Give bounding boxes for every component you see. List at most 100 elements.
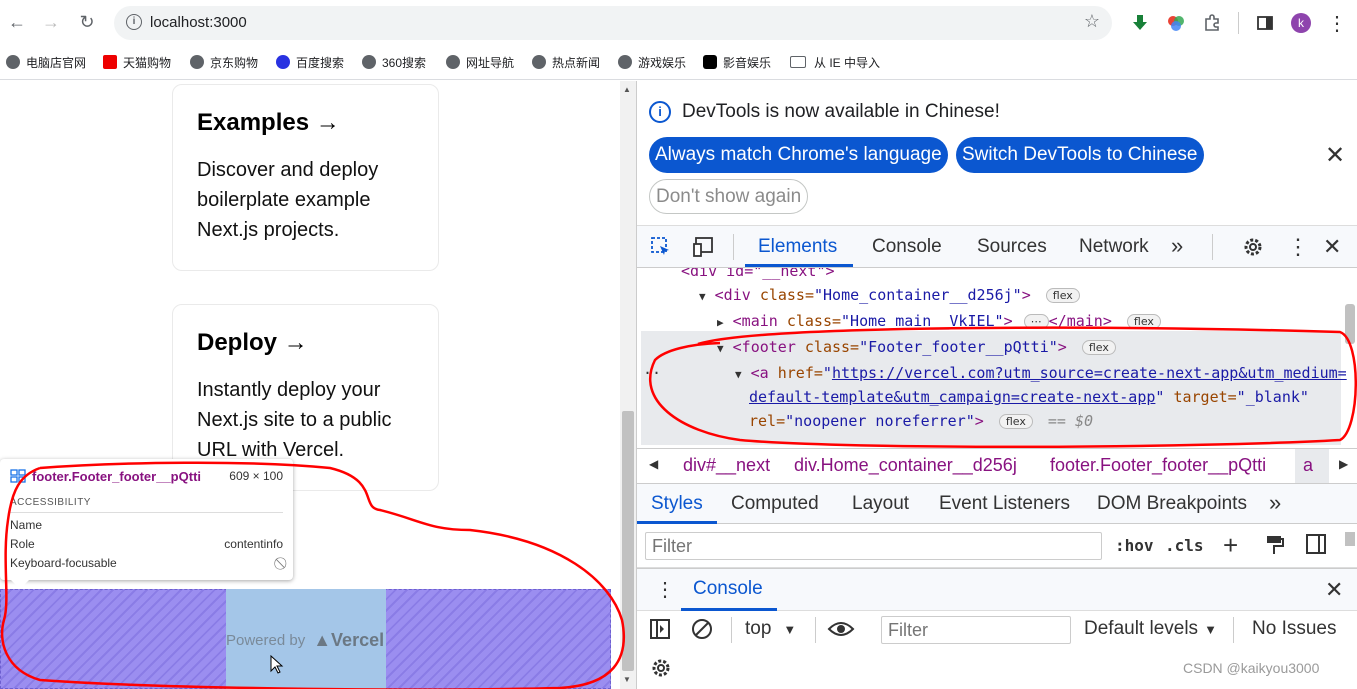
reload-icon[interactable]: ↻ [74,9,100,35]
bookmark-item[interactable]: 百度搜索 [276,52,344,72]
flex-badge[interactable]: flex [1126,314,1161,329]
dom-node[interactable]: <div id="__next"> [681,268,835,280]
side-panel-icon[interactable] [1253,11,1277,35]
console-sidebar-icon[interactable] [649,618,671,645]
tab-console[interactable]: Console [872,236,942,258]
expand-arrow-icon[interactable]: ▼ [735,368,742,381]
bookmark-item[interactable]: 京东购物 [190,52,258,72]
dom-node[interactable]: ▼ <footer class="Footer_footer__pQtti"> … [717,338,1116,356]
close-icon[interactable]: ✕ [1325,141,1345,170]
dom-tag: <a [750,364,778,382]
paint-roller-icon[interactable] [1265,534,1285,561]
forward-icon[interactable]: → [38,9,64,35]
page-scrollbar[interactable]: ▲ ▼ [620,81,636,689]
new-style-rule-icon[interactable]: + [1223,530,1238,561]
more-tabs-icon[interactable]: » [1171,233,1183,259]
switch-chinese-button[interactable]: Switch DevTools to Chinese [956,137,1204,173]
hov-toggle[interactable]: :hov [1115,536,1154,555]
close-drawer-icon[interactable]: ✕ [1325,577,1343,603]
dom-node[interactable]: ▶ <main class="Home_main__VkIEL"> ⋯ </mai… [717,312,1161,330]
ellipsis-badge[interactable]: ⋯ [1023,314,1049,329]
close-devtools-icon[interactable]: ✕ [1323,234,1341,260]
flex-badge[interactable]: flex [998,414,1033,429]
globe-icon [6,55,20,69]
match-language-button[interactable]: Always match Chrome's language [649,137,948,173]
tab-computed[interactable]: Computed [731,493,819,515]
dom-node[interactable]: ▼ <div class="Home_container__d256j"> fl… [699,286,1080,304]
issues-counter[interactable]: No Issues [1252,618,1336,640]
tab-elements[interactable]: Elements [758,236,837,258]
scroll-up-arrow[interactable]: ▲ [623,85,631,94]
download-icon[interactable] [1128,11,1152,35]
bookmark-label: 影音娱乐 [723,55,772,70]
tab-dom-breakpoints[interactable]: DOM Breakpoints [1097,493,1247,515]
address-bar[interactable]: i localhost:3000 ☆ [114,6,1112,40]
log-levels-dropdown[interactable]: Default levels ▼ [1084,618,1217,640]
dom-attr: class= [804,338,860,356]
breadcrumb-right-arrow[interactable]: ▶ [1339,457,1348,471]
styles-filter-input[interactable] [645,532,1102,560]
href-link[interactable]: https://vercel.com?utm_source=create-nex… [832,364,1347,382]
settings-gear-icon[interactable] [1241,235,1265,264]
bookmark-item[interactable]: 天猫购物 [103,52,171,72]
toggle-sidebar-icon[interactable] [1305,533,1327,560]
more-tabs-icon[interactable]: » [1269,490,1281,516]
breadcrumb-item-active[interactable]: a [1303,455,1313,476]
card-examples[interactable]: Examples → Discover and deploy boilerpla… [172,84,439,271]
page-scrollbar-thumb[interactable] [622,411,634,671]
bookmark-item[interactable]: 热点新闻 [532,52,600,72]
flex-badge[interactable]: flex [1045,288,1080,303]
url-text[interactable]: localhost:3000 [150,14,247,31]
bookmark-item[interactable]: 电脑店官网 [6,52,86,72]
breadcrumb-item[interactable]: div#__next [683,455,770,476]
expand-arrow-icon[interactable]: ▼ [699,290,706,303]
href-link[interactable]: default-template&utm_campaign=create-nex… [749,388,1155,406]
tooltip-row: Name [10,518,283,532]
menu-kebab-icon[interactable]: ⋮ [1325,11,1349,35]
cls-toggle[interactable]: .cls [1165,536,1204,555]
bookmark-item[interactable]: 影音娱乐 [703,52,771,72]
tab-layout[interactable]: Layout [852,493,909,515]
site-info-icon[interactable]: i [126,14,142,30]
tab-console-drawer[interactable]: Console [693,578,763,600]
powered-by[interactable]: Powered by ▲Vercel [226,630,384,651]
collapse-arrow-icon[interactable]: ▶ [717,316,724,329]
breadcrumb-item[interactable]: div.Home_container__d256j [794,455,1017,476]
flex-badge[interactable]: flex [1081,340,1116,355]
tab-styles[interactable]: Styles [651,493,703,515]
console-filter-input[interactable] [881,616,1071,644]
device-toolbar-icon[interactable] [692,236,716,263]
live-expression-eye-icon[interactable] [827,619,855,644]
tab-sources[interactable]: Sources [977,236,1047,258]
bookmark-item[interactable]: 360搜索 [362,52,426,72]
clear-console-icon[interactable] [691,618,713,645]
info-icon: i [649,101,671,123]
tab-network[interactable]: Network [1079,236,1149,258]
bookmark-star-icon[interactable]: ☆ [1084,11,1100,32]
avatar[interactable]: k [1289,11,1313,35]
breadcrumb-left-arrow[interactable]: ◀ [649,457,658,471]
styles-scrollbar-thumb[interactable] [1345,532,1355,546]
styles-tabbar: Styles Computed Layout Event Listeners D… [637,484,1357,524]
tab-event-listeners[interactable]: Event Listeners [939,493,1070,515]
expand-arrow-icon[interactable]: ▼ [717,342,724,355]
bookmark-item[interactable]: 游戏娱乐 [618,52,686,72]
breadcrumb-item[interactable]: footer.Footer_footer__pQtti [1050,455,1266,476]
extension-color-icon[interactable] [1164,11,1188,35]
elements-scrollbar-thumb[interactable] [1345,304,1355,344]
bookmark-item[interactable]: 从 IE 中导入 [790,52,880,72]
drawer-menu-icon[interactable]: ⋮ [655,577,675,602]
browser-toolbar: ← → ↻ i localhost:3000 ☆ k ⋮ [0,0,1357,46]
devtools-menu-icon[interactable]: ⋮ [1287,234,1309,260]
console-settings-gear-icon[interactable] [649,656,673,685]
extensions-puzzle-icon[interactable] [1200,11,1224,35]
inspect-element-icon[interactable] [650,236,672,263]
dont-show-again-button[interactable]: Don't show again [649,179,809,214]
dom-node[interactable]: ▼ <a href="https://vercel.com?utm_source… [735,364,1347,382]
back-icon[interactable]: ← [4,9,30,35]
dom-tag: <footer [732,338,805,356]
context-selector[interactable]: top ▼ [745,618,796,640]
scroll-down-arrow[interactable]: ▼ [623,675,631,684]
toolbar-divider [1238,12,1239,34]
bookmark-item[interactable]: 网址导航 [446,52,514,72]
